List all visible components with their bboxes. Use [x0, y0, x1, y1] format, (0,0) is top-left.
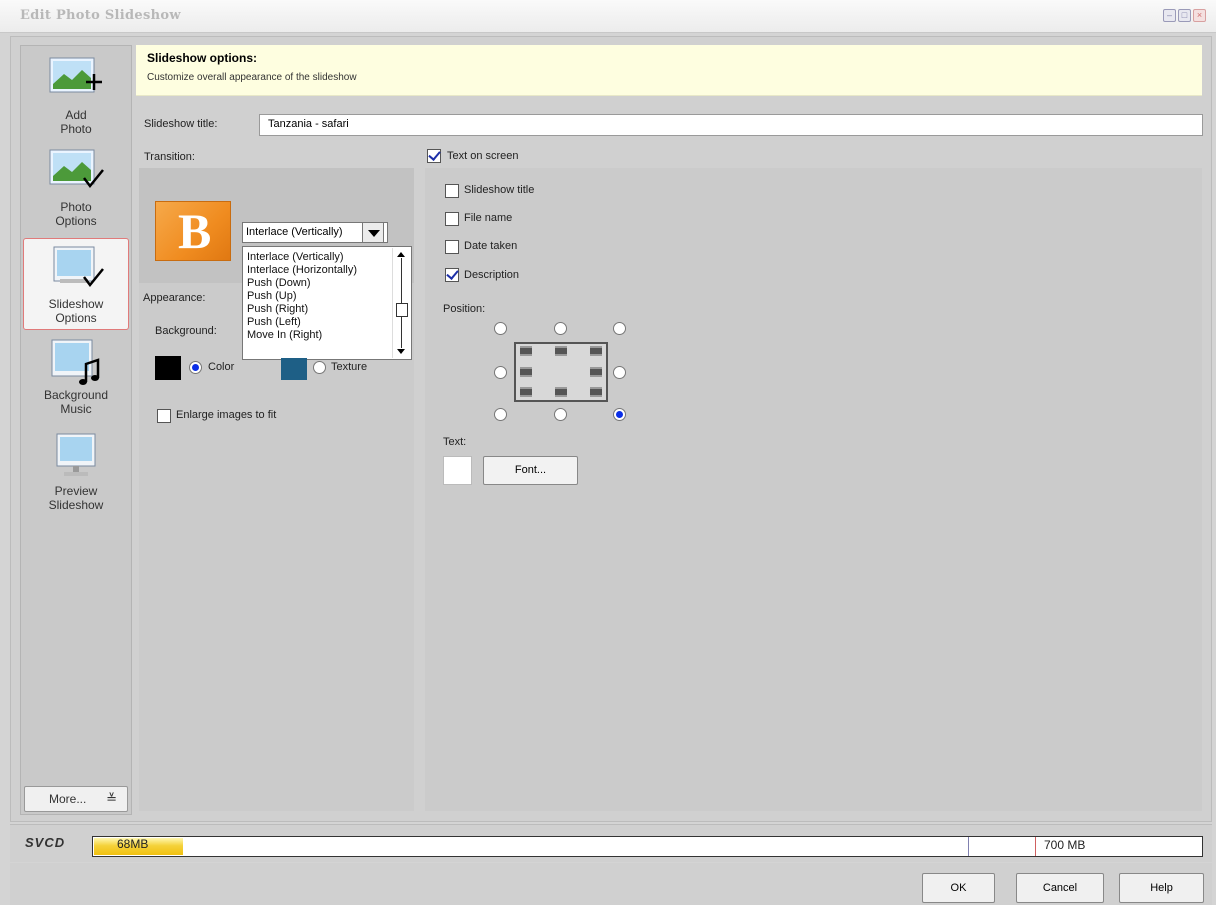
position-marker — [520, 346, 532, 356]
background-texture-swatch[interactable] — [281, 358, 307, 380]
disc-capacity-marker — [1035, 837, 1036, 856]
window-controls: – □ × — [1163, 9, 1206, 22]
photo-options-icon — [49, 149, 104, 189]
text-color-swatch[interactable] — [443, 456, 472, 485]
texture-option-label: Texture — [331, 361, 368, 373]
list-item[interactable]: Move In (Right) — [247, 329, 393, 342]
sidebar-item-label: Preview Slideshow — [48, 484, 104, 512]
position-label: Position: — [443, 303, 486, 315]
scroll-up-icon[interactable] — [397, 252, 405, 257]
minimize-icon[interactable]: – — [1163, 9, 1176, 22]
slideshow-title-option-label: Slideshow title — [464, 184, 535, 196]
window-title: Edit Photo Slideshow — [20, 8, 181, 23]
edit-photo-slideshow-window: Edit Photo Slideshow – □ × Add Photo Pho… — [0, 0, 1216, 905]
position-marker — [555, 346, 567, 356]
text-on-screen-panel — [425, 168, 1202, 811]
background-music-icon — [51, 339, 100, 385]
texture-radio[interactable] — [313, 361, 326, 374]
transition-list-items: Interlace (Vertically) Interlace (Horizo… — [247, 251, 393, 342]
disc-format-label: SVCD — [25, 835, 66, 850]
disc-marker — [968, 837, 969, 856]
banner-heading: Slideshow options: — [147, 51, 257, 65]
slideshow-options-icon — [53, 246, 104, 288]
position-bottom-left-radio[interactable] — [494, 408, 507, 421]
sidebar-item-label: Photo Options — [55, 200, 97, 228]
color-radio[interactable] — [189, 361, 202, 374]
maximize-icon[interactable]: □ — [1178, 9, 1191, 22]
position-marker — [590, 346, 602, 356]
position-middle-right-radio[interactable] — [613, 366, 626, 379]
dropdown-arrow-icon[interactable] — [362, 222, 384, 243]
background-label: Background: — [155, 325, 217, 337]
disc-usage-bar — [92, 836, 1203, 857]
close-icon[interactable]: × — [1193, 9, 1206, 22]
font-button[interactable]: Font... — [483, 456, 578, 485]
file-name-option-label: File name — [464, 212, 513, 224]
description-checkbox[interactable] — [445, 268, 459, 282]
position-marker — [590, 367, 602, 377]
position-marker — [520, 387, 532, 397]
position-bottom-right-radio[interactable] — [613, 408, 626, 421]
preview-slideshow-icon — [56, 433, 96, 476]
title-bar: Edit Photo Slideshow – □ × — [0, 0, 1216, 33]
sidebar-item-add-photo[interactable]: Add Photo — [23, 54, 129, 144]
appearance-label: Appearance: — [143, 292, 206, 304]
text-on-screen-label: Text on screen — [447, 150, 519, 162]
add-photo-icon — [49, 57, 102, 93]
more-button[interactable]: More... ≚ — [24, 786, 128, 812]
position-bottom-center-radio[interactable] — [554, 408, 567, 421]
sidebar-item-label: Background Music — [43, 388, 109, 416]
slideshow-title-checkbox[interactable] — [445, 184, 459, 198]
date-taken-checkbox[interactable] — [445, 240, 459, 254]
more-button-label: More... — [49, 792, 87, 806]
sidebar-item-label: Slideshow Options — [48, 297, 104, 325]
text-label: Text: — [443, 436, 467, 448]
list-item[interactable]: Push (Up) — [247, 290, 393, 303]
list-item[interactable]: Push (Left) — [247, 316, 393, 329]
ok-button[interactable]: OK — [922, 873, 995, 903]
enlarge-images-checkbox[interactable] — [157, 409, 171, 423]
transition-label: Transition: — [144, 151, 195, 163]
disc-used-label: 68MB — [117, 837, 149, 851]
list-item[interactable]: Push (Down) — [247, 277, 393, 290]
position-marker — [590, 387, 602, 397]
position-marker — [555, 387, 567, 397]
text-on-screen-checkbox[interactable] — [427, 149, 441, 163]
slideshow-title-label: Slideshow title: — [144, 118, 218, 130]
sidebar-item-background-music[interactable]: Background Music — [23, 336, 129, 426]
date-taken-option-label: Date taken — [464, 240, 518, 252]
header-banner: Slideshow options: Customize overall app… — [136, 45, 1202, 96]
scroll-down-icon[interactable] — [397, 349, 405, 354]
disc-capacity-label: 700 MB — [1044, 838, 1086, 852]
transition-preview-letter: B — [178, 203, 212, 259]
transition-list-scrollbar[interactable] — [392, 248, 410, 358]
cancel-button[interactable]: Cancel — [1016, 873, 1104, 903]
position-top-right-radio[interactable] — [613, 322, 626, 335]
help-button[interactable]: Help — [1119, 873, 1204, 903]
position-marker — [520, 367, 532, 377]
list-item[interactable]: Interlace (Vertically) — [247, 251, 393, 264]
list-item[interactable]: Interlace (Horizontally) — [247, 264, 393, 277]
transition-list[interactable]: Interlace (Vertically) Interlace (Horizo… — [242, 246, 412, 360]
position-middle-left-radio[interactable] — [494, 366, 507, 379]
scroll-thumb[interactable] — [396, 303, 408, 317]
sidebar: Add Photo Photo Options Slideshow Option… — [20, 45, 132, 815]
file-name-checkbox[interactable] — [445, 212, 459, 226]
banner-subtitle: Customize overall appearance of the slid… — [147, 72, 357, 83]
sidebar-item-photo-options[interactable]: Photo Options — [23, 146, 129, 234]
list-item[interactable]: Push (Right) — [247, 303, 393, 316]
position-top-center-radio[interactable] — [554, 322, 567, 335]
double-chevron-down-icon: ≚ — [106, 791, 117, 806]
color-option-label: Color — [208, 361, 235, 373]
sidebar-item-label: Add Photo — [60, 108, 92, 136]
description-option-label: Description — [464, 269, 520, 281]
transition-preview-icon: B — [155, 201, 231, 261]
background-color-swatch[interactable] — [155, 356, 181, 380]
enlarge-images-label: Enlarge images to fit — [176, 409, 277, 421]
position-top-left-radio[interactable] — [494, 322, 507, 335]
position-preview-frame — [514, 342, 608, 402]
slideshow-title-input[interactable]: Tanzania - safari — [259, 114, 1203, 136]
sidebar-item-preview-slideshow[interactable]: Preview Slideshow — [23, 430, 129, 520]
sidebar-item-slideshow-options[interactable]: Slideshow Options — [23, 238, 129, 330]
